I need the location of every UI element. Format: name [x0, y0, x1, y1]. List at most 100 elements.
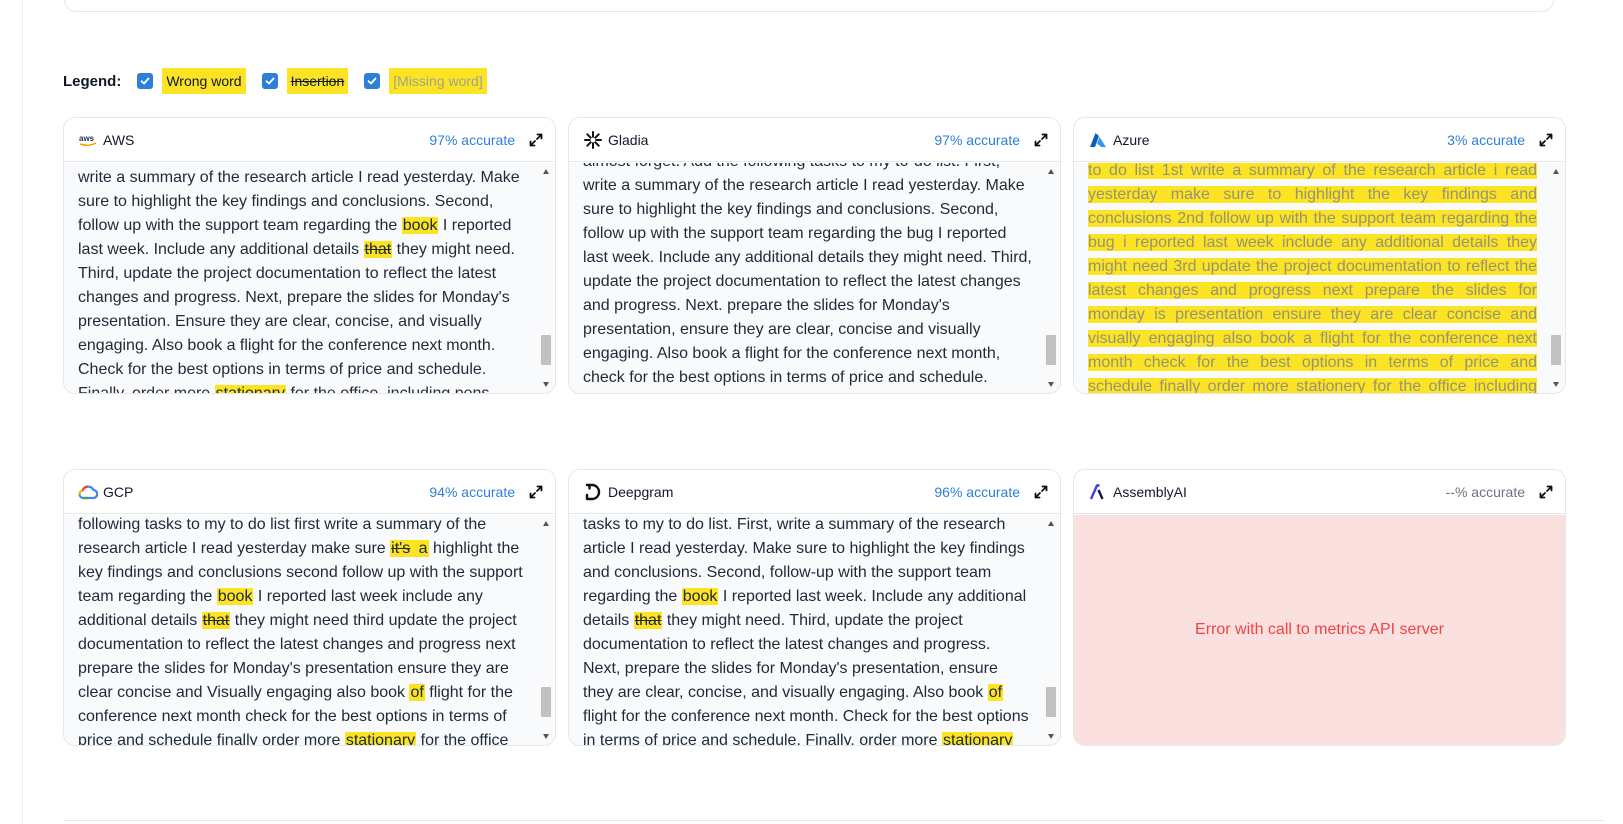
accuracy-label: 97% accurate: [429, 131, 515, 148]
scroll-down-arrow-icon[interactable]: [543, 382, 549, 387]
panel-header: Gladia 97% accurate: [569, 118, 1060, 162]
deepgram-logo-icon: [583, 482, 603, 502]
scrollbar-thumb[interactable]: [1046, 335, 1056, 365]
bottom-divider: [64, 820, 1604, 821]
accuracy-label: 3% accurate: [1447, 131, 1525, 148]
wrong-word-highlight: [411, 540, 418, 557]
provider-panel-aws: aws AWS 97% accurate write a summary of …: [63, 117, 556, 394]
azure-logo-icon: [1088, 130, 1108, 150]
provider-name: Gladia: [608, 131, 649, 148]
panel-header: AssemblyAI --% accurate: [1074, 470, 1565, 514]
legend: Legend: Wrong word Insertion [Missing wo…: [63, 68, 503, 94]
transcript-segment: they might need. Third, update the proje…: [78, 241, 515, 393]
wrong-word-highlight: of: [409, 684, 425, 701]
transcript-scroll-area[interactable]: following tasks to my to do list first w…: [64, 515, 555, 745]
gcp-logo-icon: [78, 482, 98, 502]
wrong-word-highlight: stationary: [941, 732, 1014, 745]
panel-header: aws AWS 97% accurate: [64, 118, 555, 162]
legend-label-wrong-word: Wrong word: [162, 68, 246, 94]
transcript-scroll-area[interactable]: to do list 1st write a summary of the re…: [1074, 163, 1565, 393]
legend-item-insertion[interactable]: Insertion: [261, 68, 349, 94]
insertion-highlight: that: [633, 612, 663, 629]
transcript-text: following tasks to my to do list first w…: [78, 515, 527, 745]
missing-text-highlight: to do list 1st write a summary of the re…: [1088, 163, 1537, 393]
expand-icon[interactable]: [1034, 133, 1048, 147]
scroll-down-arrow-icon[interactable]: [1048, 734, 1054, 739]
provider-name: Azure: [1113, 131, 1150, 148]
scroll-down-arrow-icon[interactable]: [1048, 382, 1054, 387]
top-card-edge: [64, 0, 1554, 12]
provider-name: Deepgram: [608, 483, 674, 500]
wrong-word-highlight: stationary: [214, 385, 287, 393]
checkbox-checked-icon[interactable]: [261, 73, 278, 89]
checkbox-checked-icon[interactable]: [137, 73, 154, 89]
wrong-word-highlight: book: [401, 217, 439, 234]
provider-name: GCP: [103, 483, 134, 500]
scrollbar[interactable]: [540, 165, 552, 391]
expand-icon[interactable]: [529, 485, 543, 499]
wrong-word-highlight: a: [417, 540, 429, 557]
expand-icon[interactable]: [1034, 485, 1048, 499]
scrollbar[interactable]: [1550, 165, 1562, 391]
wrong-word-highlight: book: [216, 588, 254, 605]
insertion-highlight: that: [363, 241, 393, 258]
assemblyai-logo-icon: [1088, 482, 1108, 502]
transcript-text: almost forget. Add the following tasks t…: [583, 163, 1032, 393]
svg-text:aws: aws: [79, 134, 95, 143]
scrollbar-thumb[interactable]: [541, 335, 551, 365]
provider-name: AWS: [103, 131, 135, 148]
insertion-highlight: it's: [390, 540, 412, 557]
aws-logo-icon: aws: [78, 130, 98, 150]
expand-icon[interactable]: [1539, 133, 1553, 147]
provider-name: AssemblyAI: [1113, 483, 1187, 500]
scroll-down-arrow-icon[interactable]: [1553, 382, 1559, 387]
scrollbar[interactable]: [1045, 517, 1057, 743]
checkbox-checked-icon[interactable]: [364, 73, 381, 89]
legend-label-missing-word: [Missing word]: [389, 68, 487, 94]
accuracy-label: 94% accurate: [429, 483, 515, 500]
provider-panel-deepgram: Deepgram 96% accurate tasks to my to do …: [568, 469, 1061, 746]
transcript-text: to do list 1st write a summary of the re…: [1088, 163, 1537, 393]
transcript-scroll-area[interactable]: tasks to my to do list. First, write a s…: [569, 515, 1060, 745]
left-divider: [22, 0, 23, 824]
provider-panel-assemblyai: AssemblyAI --% accurate Error with call …: [1073, 469, 1566, 746]
scrollbar-thumb[interactable]: [1551, 335, 1561, 365]
provider-panel-azure: Azure 3% accurate to do list 1st write a…: [1073, 117, 1566, 394]
accuracy-label: 97% accurate: [934, 131, 1020, 148]
scrollbar[interactable]: [1045, 165, 1057, 391]
wrong-word-highlight: book: [681, 588, 719, 605]
legend-label-insertion: Insertion: [286, 68, 349, 94]
provider-panel-gcp: GCP 94% accurate following tasks to my t…: [63, 469, 556, 746]
provider-panel-gladia: Gladia 97% accurate almost forget. Add t…: [568, 117, 1061, 394]
expand-icon[interactable]: [529, 133, 543, 147]
error-message: Error with call to metrics API server: [1195, 621, 1444, 638]
accuracy-label: 96% accurate: [934, 483, 1020, 500]
transcript-text: write a summary of the research article …: [78, 166, 527, 393]
transcript-text: tasks to my to do list. First, write a s…: [583, 515, 1032, 745]
error-area: Error with call to metrics API server: [1074, 515, 1565, 745]
insertion-highlight: that: [201, 612, 231, 629]
transcript-scroll-area[interactable]: write a summary of the research article …: [64, 163, 555, 393]
panel-header: Deepgram 96% accurate: [569, 470, 1060, 514]
legend-title: Legend:: [63, 72, 122, 90]
wrong-word-highlight: of: [987, 684, 1004, 701]
scroll-up-arrow-icon[interactable]: [543, 521, 549, 526]
scroll-up-arrow-icon[interactable]: [1553, 169, 1559, 174]
panel-header: GCP 94% accurate: [64, 470, 555, 514]
legend-item-wrong-word[interactable]: Wrong word: [137, 68, 246, 94]
scrollbar[interactable]: [540, 517, 552, 743]
transcript-segment: almost forget. Add the following tasks t…: [583, 163, 1032, 386]
accuracy-label: --% accurate: [1445, 483, 1525, 500]
expand-icon[interactable]: [1539, 485, 1553, 499]
transcript-scroll-area[interactable]: almost forget. Add the following tasks t…: [569, 163, 1060, 393]
legend-item-missing-word[interactable]: [Missing word]: [364, 68, 487, 94]
gladia-logo-icon: [583, 130, 603, 150]
scroll-up-arrow-icon[interactable]: [1048, 169, 1054, 174]
scrollbar-thumb[interactable]: [1046, 687, 1056, 717]
wrong-word-highlight: stationary: [344, 732, 417, 745]
panel-header: Azure 3% accurate: [1074, 118, 1565, 162]
scroll-up-arrow-icon[interactable]: [1048, 521, 1054, 526]
scroll-down-arrow-icon[interactable]: [543, 734, 549, 739]
scrollbar-thumb[interactable]: [541, 687, 551, 717]
scroll-up-arrow-icon[interactable]: [543, 169, 549, 174]
